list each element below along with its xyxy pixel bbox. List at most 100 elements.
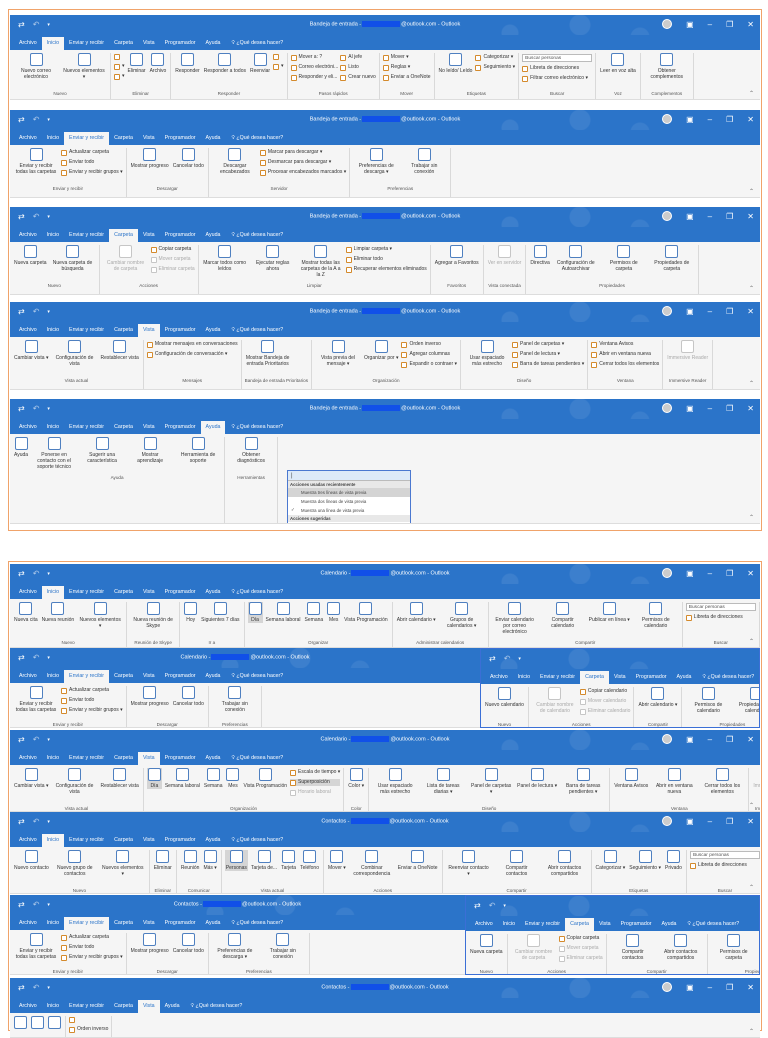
close-icon[interactable]: ✕ [747, 817, 754, 826]
escala-de-tiempo-button[interactable]: Escala de tiempo ▾ [290, 769, 340, 776]
tab-archivo[interactable]: Archivo [14, 1000, 42, 1013]
customize-toolbar-icon[interactable]: ▾ [503, 901, 506, 911]
tell-me-search[interactable]: 💡︎ ¿Qué desea hacer? [696, 671, 754, 684]
organizar-por-button[interactable]: Organizar por ▾ [363, 340, 399, 361]
tab-archivo[interactable]: Archivo [14, 324, 42, 337]
ribbon-display-options-icon[interactable]: ▣ [686, 404, 694, 413]
search-people-input[interactable]: Buscar personas [522, 54, 592, 62]
tab-carpeta[interactable]: Carpeta [109, 1000, 138, 1013]
ribbon-display-options-icon[interactable]: ▣ [686, 569, 694, 578]
seguimiento-button[interactable]: Seguimiento ▾ [475, 64, 515, 71]
barra-de-tareas-pendientes-button[interactable]: Barra de tareas pendientes ▾ [560, 768, 606, 795]
enviar-a-onenote-button[interactable]: Enviar a OneNote [383, 74, 431, 81]
tab-carpeta[interactable]: Carpeta [109, 834, 138, 847]
crear-nuevo-button[interactable]: Crear nuevo [340, 74, 376, 81]
close-icon[interactable]: ✕ [747, 212, 754, 221]
tab-ayuda[interactable]: Ayuda [201, 670, 226, 683]
collapse-ribbon-icon[interactable]: ⌃ [749, 90, 754, 97]
recent-action-item[interactable]: Muestra dos líneas de vista previa [288, 497, 410, 506]
tab-inicio[interactable]: Inicio [42, 1000, 64, 1013]
mes-button[interactable]: Mes [225, 768, 240, 789]
tell-me-search[interactable]: 💡︎ ¿Qué desea hacer? [225, 586, 283, 599]
ribbon-display-options-icon[interactable]: ▣ [686, 307, 694, 316]
procesar-encabezados-marcados-button[interactable]: Procesar encabezados marcados ▾ [260, 169, 346, 176]
permisos-de-calendario-button[interactable]: Permisos de calendario [685, 687, 731, 714]
ventana-avisos-button[interactable]: Ventana Avisos [591, 341, 659, 348]
herramienta-de-soporte-button[interactable]: Herramienta de soporte [175, 437, 221, 464]
restore-icon[interactable]: ❐ [726, 404, 733, 413]
tab-enviar-y-recibir[interactable]: Enviar y recibir [535, 671, 580, 684]
abrir-calendario-button[interactable]: Abrir calendario ▾ [637, 687, 678, 708]
tab-ayuda[interactable]: Ayuda [201, 229, 226, 242]
filtrar-correo-electronico-button[interactable]: Filtrar correo electrónico ▾ [522, 75, 592, 82]
collapse-ribbon-icon[interactable]: ⌃ [749, 188, 754, 195]
grupos-de-calendarios-button[interactable]: Grupos de calendarios ▾ [439, 602, 485, 629]
tarjeta-de-button[interactable]: Tarjeta de... [250, 850, 278, 871]
tell-me-search[interactable]: 💡︎ ¿Qué desea hacer? [225, 229, 283, 242]
nuevos-elementos-button[interactable]: Nuevos elementos ▾ [100, 850, 146, 877]
account-avatar[interactable] [662, 734, 672, 744]
mes-button[interactable]: Mes [326, 602, 341, 623]
desmarcar-para-descargar-button[interactable]: Desmarcar para descargar ▾ [260, 159, 346, 166]
tab-carpeta[interactable]: Carpeta [109, 132, 138, 145]
restablecer-vista-button[interactable]: Restablecer vista [99, 340, 139, 361]
tab-archivo[interactable]: Archivo [14, 834, 42, 847]
ventana-avisos-button[interactable]: Ventana Avisos [613, 768, 649, 789]
tab-archivo[interactable]: Archivo [485, 671, 513, 684]
minimize-icon[interactable]: – [708, 817, 712, 826]
mover-button[interactable]: Mover ▾ [383, 54, 431, 61]
mover-a-button[interactable]: Mover a: ? [291, 54, 339, 61]
vista-previa-del-mensaje-button[interactable]: Vista previa del mensaje ▾ [315, 340, 361, 367]
permisos-de-carpeta-button[interactable]: Permisos de carpeta [601, 245, 647, 272]
libreta-de-direcciones-button[interactable]: Libreta de direcciones [686, 614, 756, 621]
close-icon[interactable]: ✕ [747, 735, 754, 744]
tab-ayuda[interactable]: Ayuda [201, 834, 226, 847]
cerrar-todos-los-elementos-button[interactable]: Cerrar todos los elementos [699, 768, 745, 795]
tab-ayuda[interactable]: Ayuda [160, 1000, 185, 1013]
limpiar-carpeta-button[interactable]: Limpiar carpeta ▾ [346, 246, 427, 253]
tab-ayuda[interactable]: Ayuda [201, 586, 226, 599]
libreta-de-direcciones-button[interactable]: Libreta de direcciones [690, 862, 760, 869]
tell-me-search[interactable]: 💡︎ ¿Qué desea hacer? [225, 670, 283, 683]
enviar-y-recibir-todas-las-carpetas-button[interactable]: Enviar y recibir todas las carpetas [13, 148, 59, 175]
semana-button[interactable]: Semana [304, 602, 325, 623]
panel-de-carpetas-button[interactable]: Panel de carpetas ▾ [468, 768, 514, 795]
abrir-contactos-compartidos-button[interactable]: Abrir contactos compartidos [542, 850, 588, 877]
eliminar-button[interactable]: Eliminar [153, 850, 173, 871]
mas-button[interactable]: Más ▾ [202, 850, 217, 871]
restablecer-vista-button[interactable]: Restablecer vista [99, 768, 139, 789]
close-icon[interactable]: ✕ [747, 569, 754, 578]
configuracion-de-vista-button[interactable]: Configuración de vista [51, 340, 97, 367]
semana-laboral-button[interactable]: Semana laboral [164, 768, 201, 789]
nueva-carpeta-de-busqueda-button[interactable]: Nueva carpeta de búsqueda [50, 245, 96, 272]
eliminar-button[interactable]: Eliminar [127, 53, 147, 74]
semana-button[interactable]: Semana [203, 768, 224, 789]
color-button[interactable]: Color ▾ [347, 768, 365, 789]
minimize-icon[interactable]: – [708, 983, 712, 992]
configuracion-de-conversacion-button[interactable]: Configuración de conversación ▾ [147, 351, 238, 358]
tab-programador[interactable]: Programador [160, 670, 201, 683]
tab-programador[interactable]: Programador [160, 586, 201, 599]
ribbon-display-options-icon[interactable]: ▣ [686, 735, 694, 744]
send-receive-icon[interactable]: ⇄ [489, 654, 496, 664]
tab-ayuda[interactable]: Ayuda [657, 918, 682, 931]
orden-inverso-button[interactable]: Orden inverso [401, 341, 457, 348]
tab-programador[interactable]: Programador [160, 917, 201, 930]
minimize-icon[interactable]: – [708, 735, 712, 744]
cerrar-todos-los-elementos-button[interactable]: Cerrar todos los elementos [591, 361, 659, 368]
ribbon-display-options-icon[interactable]: ▣ [686, 212, 694, 221]
reenviar-button[interactable]: Reenviar [249, 53, 271, 74]
directiva-button[interactable]: Directiva [529, 245, 550, 266]
customize-toolbar-icon[interactable]: ▾ [518, 654, 521, 664]
tab-programador[interactable]: Programador [160, 834, 201, 847]
panel-de-lectura-button[interactable]: Panel de lectura ▾ [512, 351, 584, 358]
undo-icon[interactable]: ↶ [489, 901, 496, 911]
close-icon[interactable]: ✕ [747, 983, 754, 992]
no-leido-leido-button[interactable]: No leído/ Leído [438, 53, 474, 74]
restore-icon[interactable]: ❐ [726, 569, 733, 578]
panel-de-carpetas-button[interactable]: Panel de carpetas ▾ [512, 341, 584, 348]
nuevo-contacto-button[interactable]: Nuevo contacto [13, 850, 50, 871]
abrir-en-ventana-nueva-button[interactable]: Abrir en ventana nueva [591, 351, 659, 358]
trabajar-sin-conexion-button[interactable]: Trabajar sin conexión [260, 933, 306, 960]
tab-vista[interactable]: Vista [138, 917, 160, 930]
